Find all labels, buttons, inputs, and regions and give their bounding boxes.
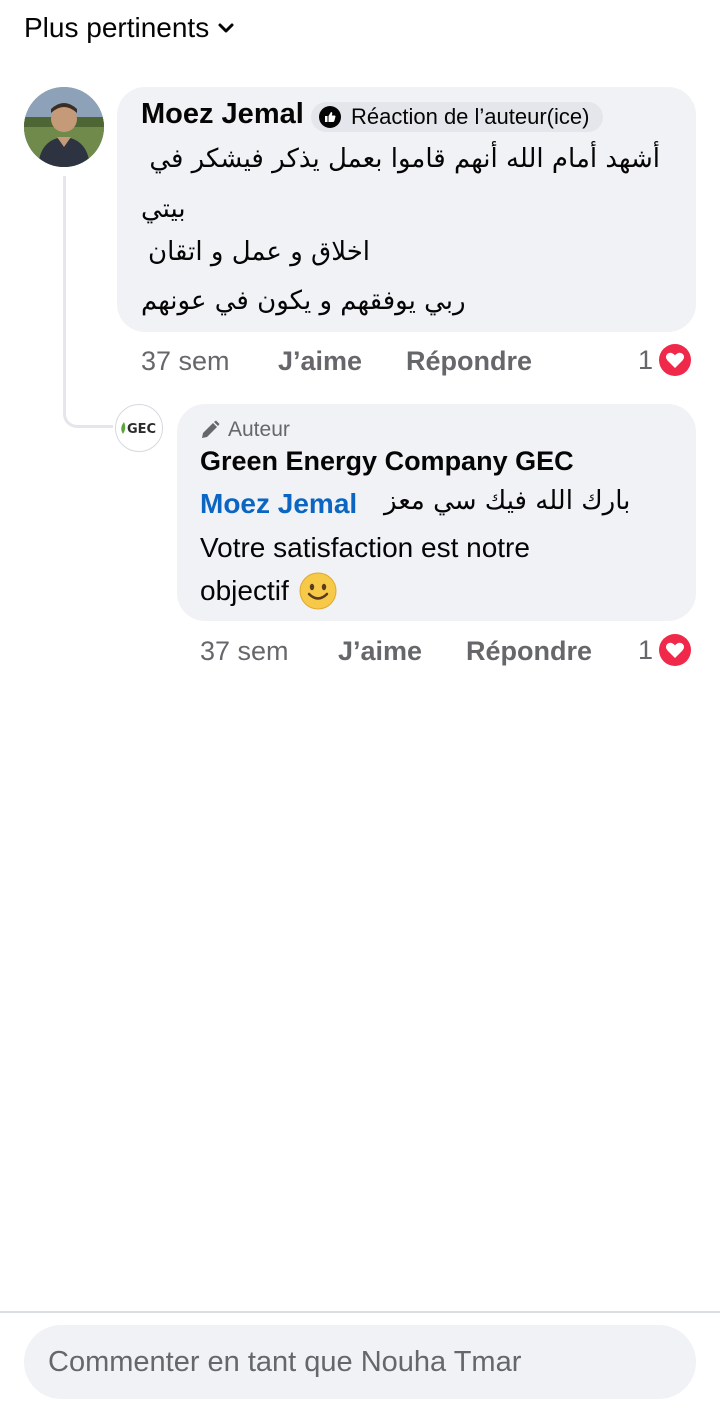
sort-dropdown[interactable]: Plus pertinents [24,8,235,48]
reply-reaction-count: 1 [638,634,654,665]
reply-text-line-2: Votre satisfaction est notre [200,532,530,563]
comment-timestamp[interactable]: 37 sem [141,346,230,377]
heart-icon [659,634,692,666]
avatar[interactable] [24,87,104,167]
comment-author-name[interactable]: Moez Jemal [141,98,304,131]
reply-reaction-summary[interactable]: 1 [638,634,692,666]
reaction-count: 1 [638,344,654,375]
sort-label: Plus pertinents [24,12,210,43]
comment-input[interactable] [24,1325,696,1399]
reply-author-name[interactable]: Green Energy Company GEC [200,446,574,477]
profile-photo [24,87,104,167]
reply-like-button[interactable]: J’aime [338,636,422,667]
like-icon [319,106,341,128]
reply-text-line-3: objectif [200,572,337,610]
comment-text-line-3: اخلاق و عمل و اتقان [148,237,371,267]
comment-text-line-2: بيتي [141,194,186,224]
smile-emoji-icon [299,572,337,610]
reply-arabic-text: بارك الله فيك سي معز [384,486,631,516]
like-button[interactable]: J’aime [278,346,362,377]
thread-connector [63,176,113,428]
chevron-down-icon [218,23,234,33]
reply-text-line-3-text: objectif [200,575,289,606]
svg-text:GEC: GEC [127,422,156,437]
comment-text-line-4: ربي يوفقهم و يكون في عونهم [141,286,466,316]
reply-timestamp[interactable]: 37 sem [200,636,289,667]
comment-text-line-1: أشهد أمام الله أنهم قاموا بعمل يذكر فيشك… [149,144,660,174]
author-tag: Auteur [200,418,290,442]
mention-link[interactable]: Moez Jemal [200,488,357,520]
reply-button[interactable]: Répondre [406,346,532,377]
pencil-icon [202,420,220,438]
author-tag-label: Auteur [228,418,290,441]
page-avatar[interactable]: GEC [115,404,163,452]
divider [0,1311,720,1313]
reaction-summary[interactable]: 1 [638,344,692,376]
author-reaction-label: Réaction de l’auteur(ice) [351,104,590,129]
author-reaction-badge: Réaction de l’auteur(ice) [311,102,604,132]
heart-icon [659,344,692,376]
reply-reply-button[interactable]: Répondre [466,636,592,667]
gec-logo: GEC [121,422,156,437]
